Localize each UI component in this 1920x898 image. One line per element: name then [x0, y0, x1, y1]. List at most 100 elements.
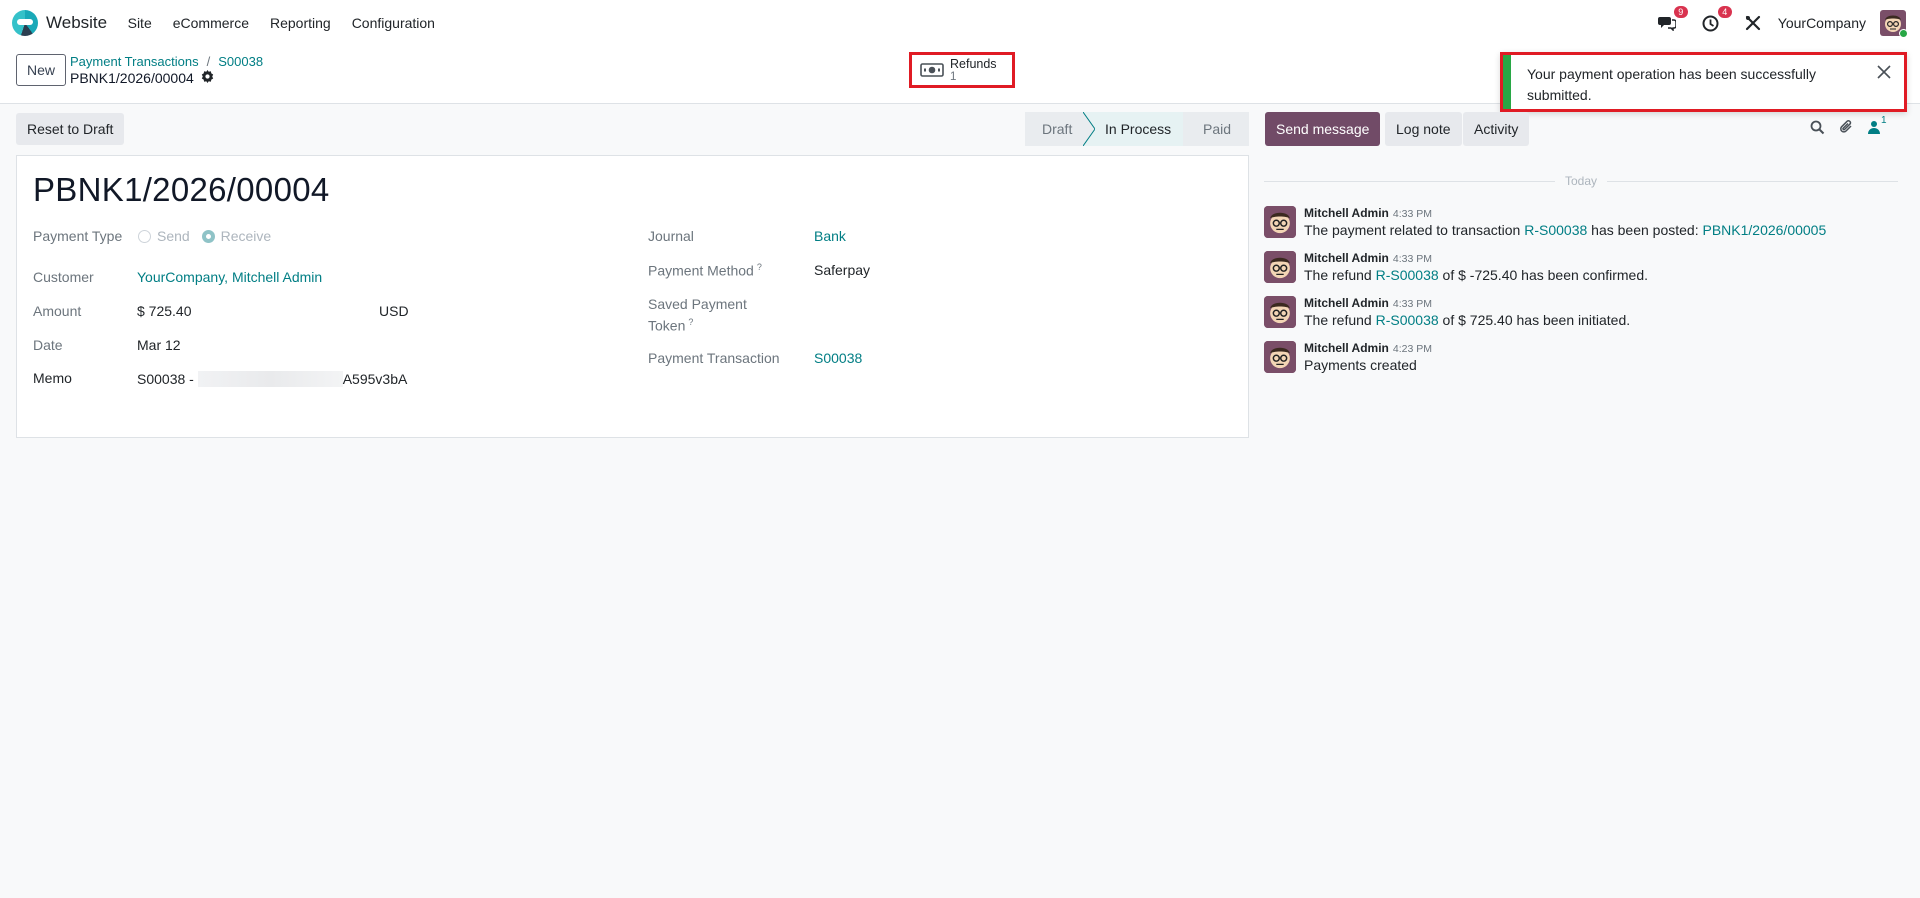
memo-redacted [197, 371, 343, 387]
separator-line-left [1264, 180, 1555, 182]
chatter-topbar-tools: 1 [1810, 115, 1894, 138]
log-note-button[interactable]: Log note [1385, 112, 1462, 146]
date-separator: Today [1264, 172, 1898, 190]
toast-message: Your payment operation has been successf… [1527, 66, 1816, 103]
payment-title: PBNK1/2026/00004 [33, 171, 330, 208]
form-sheet: PBNK1/2026/00004 Payment Type Send Recei… [16, 155, 1249, 438]
message-body: The refund R-S00038 of $ 725.40 has been… [1304, 312, 1630, 328]
activity-menu[interactable]: 4 [1700, 6, 1732, 34]
reset-to-draft-button[interactable]: Reset to Draft [16, 113, 125, 145]
stage-draft[interactable]: Draft [1025, 112, 1083, 146]
message-body: The payment related to transaction R-S00… [1304, 222, 1826, 238]
stage-in-process[interactable]: In Process [1083, 112, 1195, 146]
stage-in-process-label: In Process [1105, 121, 1172, 137]
stage-paid[interactable]: Paid [1183, 112, 1249, 146]
message-header: Mitchell Admin 4:33 PM [1304, 251, 1432, 265]
online-status-dot [1899, 29, 1908, 38]
money-icon [920, 63, 944, 77]
menu-reporting[interactable]: Reporting [259, 0, 341, 46]
currency-value: USD [379, 303, 409, 319]
message-author[interactable]: Mitchell Admin [1304, 251, 1389, 265]
message-header: Mitchell Admin 4:33 PM [1304, 296, 1432, 310]
refunds-text: Refunds 1 [950, 57, 997, 83]
author-avatar-icon[interactable] [1264, 206, 1296, 238]
chat-icon [1657, 17, 1676, 31]
payment-method-help-icon[interactable]: ? [757, 262, 762, 272]
search-icon[interactable] [1810, 120, 1825, 138]
message-link-payment[interactable]: PBNK1/2026/00005 [1702, 222, 1826, 238]
record-name-text: PBNK1/2026/00004 [70, 70, 194, 86]
payment-method-value: Saferpay [814, 262, 871, 278]
company-switcher[interactable]: YourCompany [1778, 15, 1866, 31]
refunds-count: 1 [950, 70, 957, 83]
activity-button[interactable]: Activity [1463, 112, 1530, 146]
success-notification: Your payment operation has been successf… [1500, 52, 1907, 112]
payment-method-label: Payment Method? [648, 262, 762, 279]
author-avatar-icon[interactable] [1264, 341, 1296, 373]
debug-tools[interactable] [1742, 12, 1764, 34]
message-text: The payment related to transaction [1304, 222, 1525, 238]
date-separator-label: Today [1564, 174, 1598, 188]
radio-send[interactable] [138, 230, 151, 243]
activities-badge: 4 [1717, 6, 1732, 18]
followers-button[interactable]: 1 [1868, 115, 1887, 137]
breadcrumb-payment-transactions[interactable]: Payment Transactions [70, 54, 199, 69]
message-author[interactable]: Mitchell Admin [1304, 206, 1389, 220]
radio-send-label: Send [157, 228, 190, 244]
message-link-refund[interactable]: R-S00038 [1376, 312, 1439, 328]
stage-draft-label: Draft [1042, 121, 1073, 137]
user-avatar[interactable] [1880, 10, 1908, 38]
menu-configuration[interactable]: Configuration [341, 0, 445, 46]
refunds-smart-button[interactable]: Refunds 1 [909, 52, 1015, 88]
journal-link[interactable]: Bank [814, 228, 846, 244]
message-text-2: of $ -725.40 has been confirmed. [1438, 267, 1649, 283]
systray: 9 4 YourCompany [1656, 0, 1920, 46]
messaging-menu[interactable]: 9 [1656, 6, 1688, 34]
saved-token-label-line1: Saved Payment [648, 296, 747, 312]
customer-link[interactable]: YourCompany, Mitchell Admin [137, 269, 322, 285]
message-text: Payments created [1304, 357, 1417, 373]
radio-receive[interactable] [201, 230, 215, 243]
message-body: The refund R-S00038 of $ -725.40 has bee… [1304, 267, 1648, 283]
message-body: Payments created [1304, 357, 1417, 373]
main-menu: Site eCommerce Reporting Configuration [117, 0, 445, 46]
app-name: Website [46, 13, 108, 32]
radio-receive-label: Receive [220, 228, 272, 244]
breadcrumb: Payment Transactions / S00038 [70, 54, 263, 69]
clock-icon [1702, 15, 1719, 31]
saved-token-help-icon[interactable]: ? [688, 317, 693, 327]
messages-badge: 9 [1673, 6, 1688, 18]
message-author[interactable]: Mitchell Admin [1304, 296, 1389, 310]
breadcrumb-s00038[interactable]: S00038 [218, 54, 263, 69]
followers-count: 1 [1881, 115, 1887, 126]
payment-method-label-text: Payment Method [648, 262, 754, 279]
menu-site[interactable]: Site [117, 0, 162, 46]
date-label: Date [33, 337, 63, 353]
message-time: 4:33 PM [1392, 298, 1432, 310]
author-avatar-icon[interactable] [1264, 251, 1296, 283]
customer-label: Customer [33, 269, 94, 285]
saved-token-label-text: Token [648, 317, 686, 334]
payment-transaction-link[interactable]: S00038 [814, 350, 862, 366]
message-time: 4:33 PM [1392, 253, 1432, 265]
gear-icon[interactable] [201, 70, 214, 86]
journal-label: Journal [648, 228, 694, 244]
author-avatar-icon[interactable] [1264, 296, 1296, 328]
paperclip-icon[interactable] [1839, 119, 1854, 138]
message-header: Mitchell Admin 4:23 PM [1304, 341, 1432, 355]
new-button[interactable]: New [16, 54, 67, 86]
user-icon [1868, 121, 1880, 134]
message-time: 4:23 PM [1392, 343, 1432, 355]
close-icon[interactable] [1864, 55, 1904, 109]
message-link-refund[interactable]: R-S00038 [1524, 222, 1587, 238]
message-link-refund[interactable]: R-S00038 [1376, 267, 1439, 283]
separator-line-right [1607, 180, 1898, 182]
send-message-button[interactable]: Send message [1265, 112, 1381, 146]
app-brand[interactable]: Website [12, 10, 107, 36]
memo-value: S00038 - A595v3bA [137, 371, 407, 387]
message-author[interactable]: Mitchell Admin [1304, 341, 1389, 355]
tools-icon [1745, 15, 1760, 31]
message-text: The refund [1304, 267, 1376, 283]
menu-ecommerce[interactable]: eCommerce [162, 0, 259, 46]
payment-transaction-label: Payment Transaction [648, 350, 780, 366]
